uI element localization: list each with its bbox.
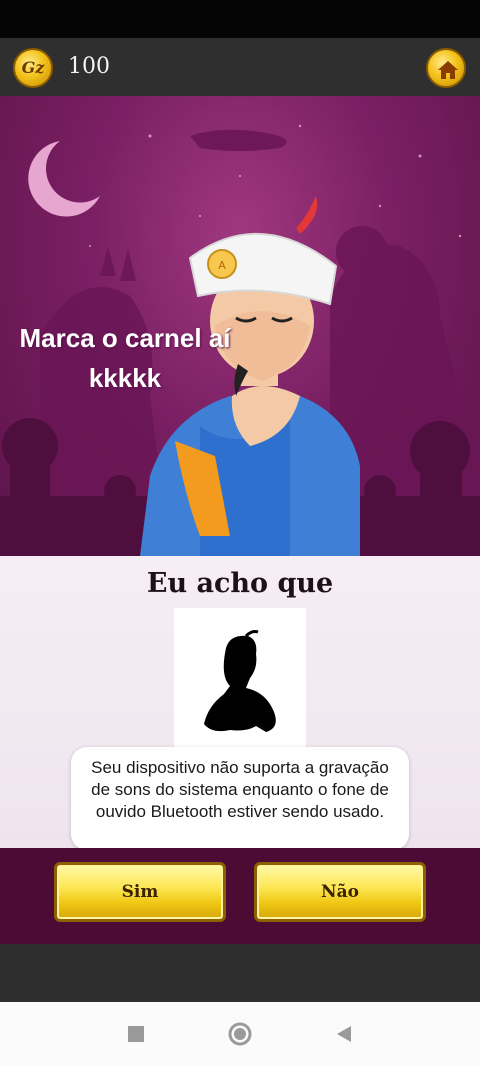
guess-title: Eu acho que xyxy=(146,568,334,599)
yes-button[interactable]: Sim xyxy=(54,862,226,922)
genie-scene: A Marca o carnel aí kkkkk xyxy=(0,96,480,556)
home-circle-icon[interactable] xyxy=(228,1022,252,1046)
overlay-caption-line2: kkkkk xyxy=(88,363,162,393)
system-nav-bar xyxy=(0,1002,480,1066)
status-bar xyxy=(0,0,480,38)
coin-icon: Gz xyxy=(13,48,53,88)
answer-bar: Sim Não xyxy=(0,848,480,944)
guess-image-card xyxy=(174,608,306,748)
svg-text:A: A xyxy=(218,259,226,272)
no-button[interactable]: Não xyxy=(254,862,426,922)
recent-apps-icon[interactable] xyxy=(124,1022,148,1046)
overlay-caption-line1: Marca o carnel aí xyxy=(19,323,231,353)
bottom-gap xyxy=(0,944,480,1002)
top-bar: Gz 100 xyxy=(0,38,480,96)
character-silhouette-icon xyxy=(204,630,276,732)
toast-message: Seu dispositivo não suporta a gravação d… xyxy=(71,747,409,850)
coin-count: 100 xyxy=(68,54,110,79)
home-button[interactable] xyxy=(426,48,466,88)
home-icon xyxy=(438,61,458,79)
overlay-caption: Marca o carnel aí kkkkk xyxy=(0,318,250,398)
back-triangle-icon[interactable] xyxy=(332,1022,356,1046)
